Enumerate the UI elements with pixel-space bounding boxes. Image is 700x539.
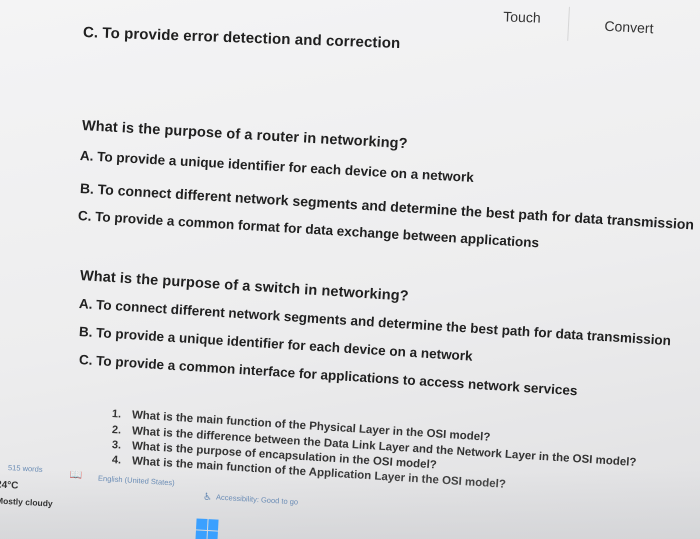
word-count[interactable]: 515 words (8, 463, 43, 474)
switch-option-c: C. To provide a common interface for app… (78, 352, 578, 399)
router-option-a: A. To provide a unique identifier for ea… (79, 148, 475, 186)
weather-temperature[interactable]: 24°C (0, 479, 19, 491)
convert-label: Convert (604, 17, 654, 37)
accessibility-icon[interactable]: ♿ (203, 492, 213, 504)
touch-label: Touch (503, 8, 541, 26)
proofing-icon[interactable]: 📖 (70, 470, 83, 482)
touch-mode-button[interactable]: Touch (475, 0, 568, 36)
convert-button[interactable]: Convert (567, 6, 690, 48)
document-page: Touch Convert C. To provide error detect… (0, 0, 700, 539)
question-router-prompt: What is the purpose of a router in netwo… (81, 118, 408, 153)
windows-start-icon[interactable] (195, 518, 219, 539)
list-number: 4. (111, 454, 122, 467)
previous-option-c: C. To provide error detection and correc… (82, 24, 401, 53)
